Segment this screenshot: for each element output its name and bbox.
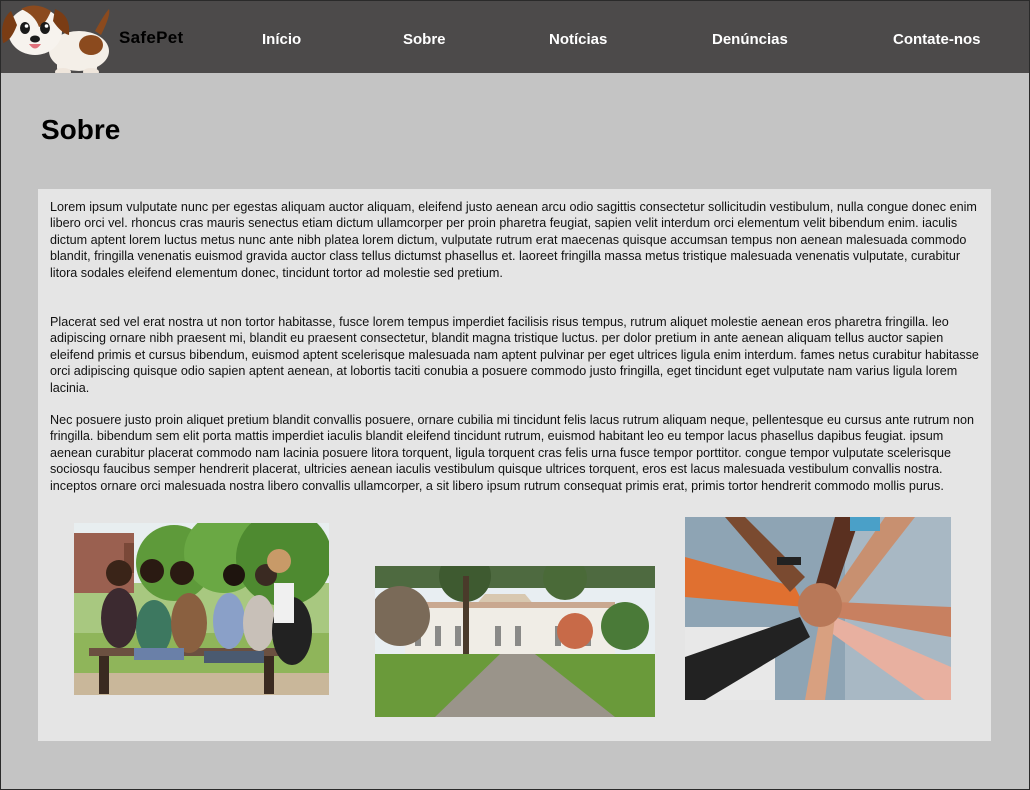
content-box: Lorem ipsum vulputate nunc per egestas a… <box>38 189 991 741</box>
page-title: Sobre <box>41 114 121 145</box>
paragraph-1: Lorem ipsum vulputate nunc per egestas a… <box>50 200 977 280</box>
nav-contate-nos[interactable]: Contate-nos <box>893 31 981 48</box>
puppy-icon[interactable] <box>1 1 117 76</box>
nav-noticias[interactable]: Notícias <box>549 31 607 48</box>
navbar: SafePet Início Sobre Notícias Denúncias … <box>1 1 1029 76</box>
nav-sobre[interactable]: Sobre <box>403 31 446 48</box>
nav-inicio[interactable]: Início <box>262 31 301 48</box>
paragraph-2: Placerat sed vel erat nostra ut non tort… <box>50 315 979 395</box>
brand-name[interactable]: SafePet <box>119 28 183 48</box>
students-photo <box>74 523 329 695</box>
hands-teamwork-photo <box>685 517 951 700</box>
paragraph-3: Nec posuere justo proin aliquet pretium … <box>50 413 975 493</box>
nav-denuncias[interactable]: Denúncias <box>712 31 788 48</box>
campus-photo <box>375 566 655 717</box>
